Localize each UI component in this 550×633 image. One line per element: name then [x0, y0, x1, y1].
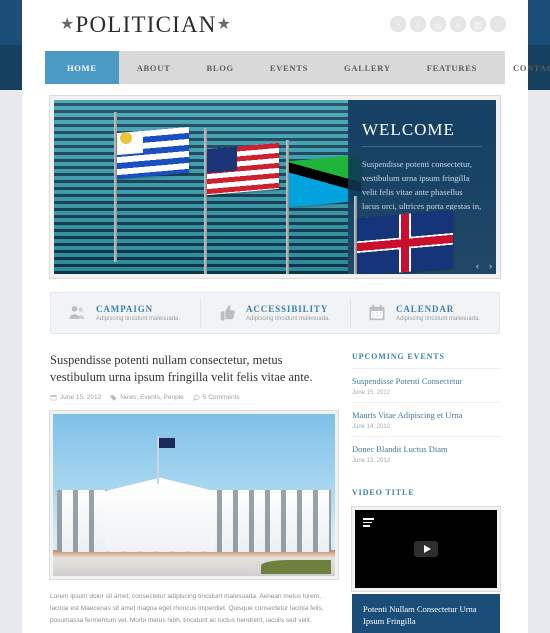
post-comments-text: 5 Comments	[202, 393, 240, 401]
event-name: Suspendisse Potenti Consectetur	[352, 376, 463, 386]
dribbble-icon[interactable]: ◔	[390, 16, 406, 32]
play-button[interactable]	[414, 541, 438, 558]
nav-item-features[interactable]: FEATURES	[409, 51, 495, 84]
calendar-icon	[50, 394, 57, 401]
rss-icon[interactable]: ◜	[490, 16, 506, 32]
event-date: June 15, 2012	[352, 390, 391, 397]
hero-slider[interactable]: WELCOME Suspendisse potenti consectetur,…	[50, 96, 500, 278]
video-widget-title: VIDEO TITLE	[352, 488, 415, 498]
post-body: Lorem ipsum dolor sit amet, consectetur …	[50, 592, 324, 624]
video-menu-icon[interactable]	[363, 518, 374, 527]
event-name: Donec Blandit Luctus Diam	[352, 444, 448, 455]
welcome-divider	[362, 146, 482, 147]
comment-icon	[193, 394, 200, 401]
slider-prev-icon[interactable]: ‹	[476, 261, 479, 271]
feature-boxes: CAMPAIGN Adipiscing tincidunt malesuada.…	[50, 292, 500, 334]
uruguay-sun-icon	[120, 132, 132, 144]
main-column: Suspendisse potenti nullam consectetur, …	[50, 352, 338, 633]
logo-text: POLITICIAN	[75, 12, 217, 37]
star-right-icon: ★	[216, 16, 233, 33]
post-date-text: June 15, 2012	[60, 393, 102, 401]
feature-calendar[interactable]: CALENDAR Adipiscing tincidunt malesuada.	[350, 292, 500, 334]
post-title[interactable]: Suspendisse potenti nullam consectetur, …	[50, 352, 338, 386]
feature-title: ACCESSIBILITY	[246, 304, 329, 314]
welcome-title: WELCOME	[362, 120, 455, 139]
instagram-icon[interactable]: ◎	[430, 16, 446, 32]
feature-subtitle: Adipiscing tincidunt malesuada.	[396, 316, 481, 322]
feature-campaign[interactable]: CAMPAIGN Adipiscing tincidunt malesuada.	[50, 292, 200, 334]
list-item[interactable]: Donec Blandit Luctus Diam June 13, 2012	[352, 436, 500, 470]
list-item[interactable]: Suspendisse Potenti Consectetur June 15,…	[352, 368, 500, 402]
sidebar: UPCOMING EVENTS Suspendisse Potenti Cons…	[352, 352, 500, 633]
list-item[interactable]: Mauris Vitae Adipiscing et Urna June 14,…	[352, 402, 500, 436]
thumbs-up-icon	[220, 305, 235, 321]
post-categories[interactable]: News, Events, People	[110, 394, 184, 401]
flag-cloth	[357, 209, 453, 274]
video-player[interactable]	[352, 507, 500, 592]
post-categories-text: News, Events, People	[120, 393, 184, 401]
slider-controls: ‹ ›	[476, 261, 492, 271]
flag-cloth	[207, 142, 279, 196]
vimeo-icon[interactable]: v	[450, 16, 466, 32]
flickr-icon[interactable]: ▤	[470, 16, 486, 32]
slider-next-icon[interactable]: ›	[489, 261, 492, 271]
main-navigation: HOME ABOUT BLOG EVENTS GALLERY FEATURES …	[45, 51, 550, 84]
tag-icon	[110, 394, 117, 401]
australian-flag-icon	[159, 437, 175, 448]
feature-title: CALENDAR	[396, 304, 455, 314]
feature-subtitle: Adipiscing tincidunt malesuada.	[246, 316, 331, 322]
people-icon	[69, 306, 85, 319]
grass-patch	[261, 559, 331, 574]
post-date: June 15, 2012	[50, 394, 101, 401]
star-left-icon: ★	[60, 16, 76, 33]
event-date: June 14, 2012	[352, 424, 391, 431]
page-container: ★POLITICIAN★ ◔ f ◎ v ▤ ◜ HOME ABOUT BLOG…	[22, 0, 550, 633]
nav-item-blog[interactable]: BLOG	[188, 51, 251, 84]
event-name: Mauris Vitae Adipiscing et Urna	[352, 410, 463, 421]
video-widget: VIDEO TITLE Potenti Nullam Consectetur U…	[352, 488, 500, 633]
building-center	[105, 477, 215, 552]
social-links: ◔ f ◎ v ▤ ◜	[390, 16, 506, 32]
post-comments[interactable]: 5 Comments	[193, 394, 240, 401]
nav-item-contact[interactable]: CONTACT	[495, 51, 550, 84]
facebook-icon[interactable]: f	[410, 16, 426, 32]
post-image-parliament-house[interactable]	[50, 410, 338, 579]
nav-item-about[interactable]: ABOUT	[119, 51, 189, 84]
video-caption: Potenti Nullam Consectetur Urna Ipsum Fr…	[352, 594, 500, 633]
nav-item-home[interactable]: HOME	[45, 51, 119, 84]
feature-accessibility[interactable]: ACCESSIBILITY Adipiscing tincidunt males…	[200, 292, 350, 334]
post-meta: June 15, 2012 News, Events, People 5 Com…	[50, 394, 338, 401]
feature-subtitle: Adipiscing tincidunt malesuada.	[96, 316, 181, 322]
upcoming-events-title: UPCOMING EVENTS	[352, 352, 445, 361]
feature-title: CAMPAIGN	[96, 304, 154, 314]
nav-item-gallery[interactable]: GALLERY	[326, 51, 409, 84]
event-date: June 13, 2012	[352, 458, 391, 465]
calendar-icon	[369, 304, 385, 321]
nav-item-events[interactable]: EVENTS	[252, 51, 326, 84]
site-logo[interactable]: ★POLITICIAN★	[60, 12, 232, 38]
play-triangle-icon	[423, 545, 431, 554]
